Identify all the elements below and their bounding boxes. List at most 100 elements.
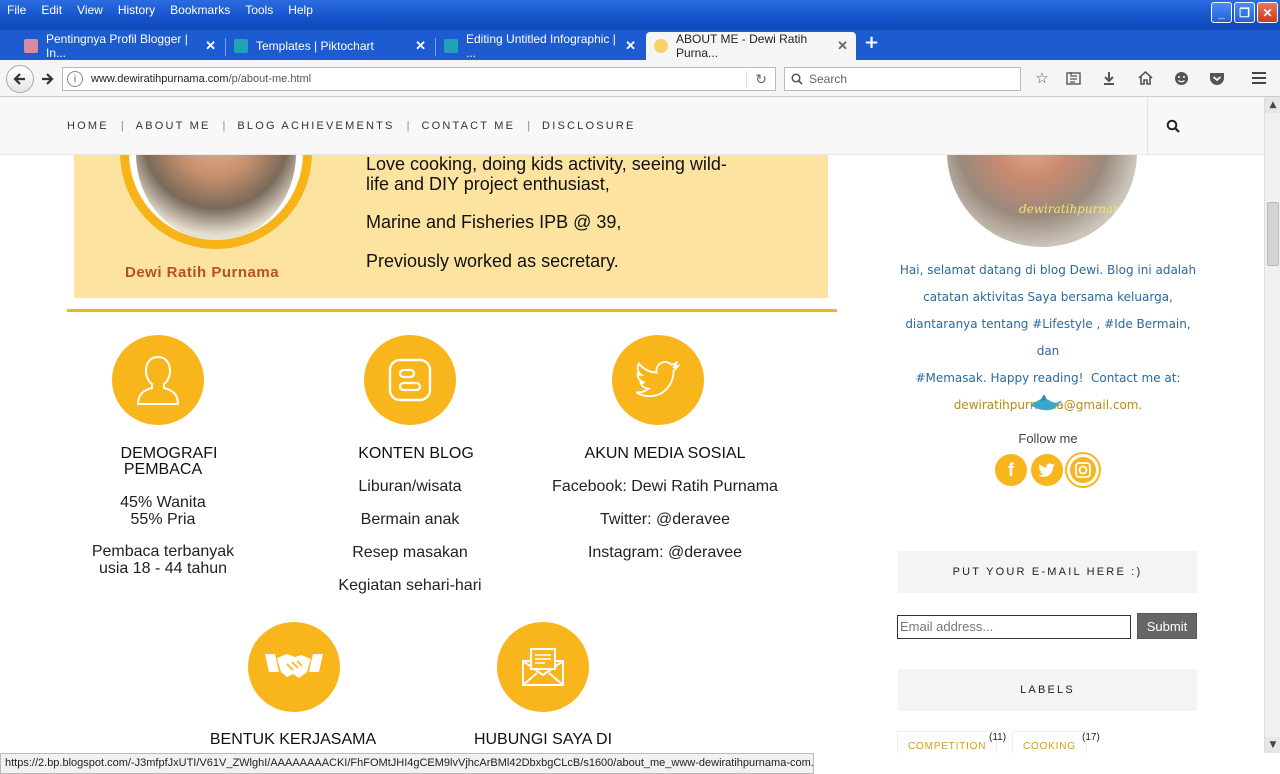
gold-divider (67, 309, 837, 312)
tab-close-icon[interactable]: ✕ (205, 38, 216, 54)
menu-file[interactable]: File (0, 0, 34, 22)
photo-watermark: dewiratihpurnama (1019, 202, 1132, 216)
tab-close-icon[interactable]: ✕ (837, 38, 848, 54)
forward-button[interactable] (36, 68, 58, 90)
tab-pentingnya[interactable]: Pentingnya Profil Blogger | In... ✕ (16, 32, 224, 60)
piktochart-favicon-icon (234, 39, 248, 53)
search-icon (791, 73, 803, 85)
handshake-icon (248, 622, 340, 712)
site-search-icon (1166, 119, 1180, 133)
nav-separator: | (120, 120, 124, 132)
site-search-button[interactable] (1147, 97, 1264, 155)
reading-list-icon[interactable] (1064, 69, 1082, 87)
tab-title: Editing Untitled Infographic | ... (466, 32, 616, 60)
konten-item: Liburan/wisata (358, 478, 462, 495)
nav-about-me[interactable]: ABOUT ME (136, 120, 211, 132)
tab-title: Templates | Piktochart (256, 39, 374, 53)
tab-title: Pentingnya Profil Blogger | In... (46, 32, 188, 60)
scroll-down-icon[interactable]: ▼ (1265, 737, 1280, 753)
intro-line: diantaranya tentang #Lifestyle , #Ide Be… (905, 317, 1191, 358)
minimize-button[interactable]: _ (1211, 2, 1232, 23)
demografi-men: 55% Pria (130, 511, 196, 528)
intro-line: Hai, selamat datang di blog Dewi. Blog i… (899, 263, 1197, 277)
subscribe-widget-title: PUT YOUR E-MAIL HERE :) (898, 551, 1197, 593)
bookmark-star-icon[interactable]: ☆ (1033, 69, 1051, 87)
reload-icon[interactable]: ↻ (746, 70, 767, 88)
facebook-icon[interactable]: f (995, 454, 1027, 486)
scroll-up-icon[interactable]: ▲ (1265, 97, 1280, 113)
sosial-item: Instagram: @deravee (587, 544, 743, 561)
menu-edit[interactable]: Edit (34, 0, 70, 22)
nav-separator: | (222, 120, 226, 132)
pocket-icon[interactable] (1208, 69, 1226, 87)
twitter-bird-icon (612, 335, 704, 425)
konten-item: Kegiatan sehari-hari (338, 577, 482, 594)
tab-about-me[interactable]: ABOUT ME - Dewi Ratih Purna... ✕ (646, 32, 856, 60)
address-bar[interactable]: i www.dewiratihpurnama.com /p/about-me.h… (62, 67, 776, 91)
banner-line-work: Previously worked as secretary. (366, 251, 619, 271)
menu-history[interactable]: History (111, 0, 163, 22)
tab-title: ABOUT ME - Dewi Ratih Purna... (676, 32, 808, 60)
konten-title: KONTEN BLOG (358, 445, 474, 462)
window-controls: _ ❐ ✕ (1211, 2, 1278, 23)
search-input[interactable]: Search (784, 67, 1021, 91)
nav-separator: | (527, 120, 531, 132)
hamburger-menu-icon[interactable] (1250, 69, 1268, 87)
follow-me-label: Follow me (1018, 431, 1078, 446)
sosial-item: Twitter: @deravee (599, 511, 731, 528)
back-arrow-icon (13, 73, 25, 85)
email-envelope-icon (497, 622, 589, 712)
profile-favicon-icon (24, 39, 38, 53)
demografi-age-2: usia 18 - 44 tahun (98, 560, 228, 577)
label-count: (17) (1082, 732, 1100, 743)
blogger-icon (364, 335, 456, 425)
blue-bird-icon (1030, 394, 1062, 411)
piktochart-favicon-icon (444, 39, 458, 53)
maximize-button[interactable]: ❐ (1234, 2, 1255, 23)
hello-chat-icon[interactable] (1172, 69, 1190, 87)
reader-demographic-icon (112, 335, 204, 425)
menu-help[interactable]: Help (281, 0, 321, 22)
menu-view[interactable]: View (70, 0, 111, 22)
banner-line-education: Marine and Fisheries IPB @ 39, (366, 212, 622, 232)
tab-editing[interactable]: Editing Untitled Infographic | ... ✕ (436, 32, 644, 60)
sosial-title: AKUN MEDIA SOSIAL (584, 445, 746, 462)
labels-widget-title: LABELS (898, 669, 1197, 711)
email-subscribe-input[interactable]: Email address... (897, 615, 1131, 639)
label-chip-competition[interactable]: COMPETITION (897, 731, 998, 753)
web-page: Dewi Ratih Purnama Love cooking, doing k… (0, 97, 1264, 753)
menu-bookmarks[interactable]: Bookmarks (163, 0, 238, 22)
demografi-title-2: PEMBACA (123, 461, 203, 478)
submit-button[interactable]: Submit (1137, 613, 1197, 639)
instagram-icon[interactable] (1065, 452, 1101, 488)
home-icon[interactable] (1136, 69, 1154, 87)
info-icon[interactable]: i (67, 71, 83, 87)
demografi-women: 45% Wanita (120, 494, 206, 511)
back-button[interactable] (6, 65, 34, 93)
intro-line: #Memasak. Happy reading! Contact me at: (898, 365, 1198, 392)
tab-templates[interactable]: Templates | Piktochart ✕ (226, 32, 434, 60)
konten-item: Bermain anak (360, 511, 460, 528)
nav-contact-me[interactable]: CONTACT ME (421, 120, 515, 132)
label-chip-cooking[interactable]: COOKING (1012, 731, 1087, 753)
page-scrollbar[interactable]: ▲ ▼ (1264, 97, 1280, 753)
blog-favicon-icon (654, 39, 668, 53)
nav-disclosure[interactable]: DISCLOSURE (542, 120, 636, 132)
contact-me-label: Contact me at: (1091, 371, 1181, 385)
intro-happy-reading: #Memasak. Happy reading! (915, 371, 1084, 385)
close-window-button[interactable]: ✕ (1257, 2, 1278, 23)
tab-close-icon[interactable]: ✕ (415, 38, 426, 54)
nav-blog-achievements[interactable]: BLOG ACHIEVEMENTS (237, 120, 394, 132)
downloads-icon[interactable] (1100, 69, 1118, 87)
tab-close-icon[interactable]: ✕ (625, 38, 636, 54)
url-domain: www.dewiratihpurnama.com (91, 73, 229, 85)
twitter-icon[interactable] (1031, 454, 1063, 486)
nav-home[interactable]: HOME (67, 120, 109, 132)
new-tab-button[interactable]: + (864, 32, 879, 53)
menu-tools[interactable]: Tools (238, 0, 281, 22)
menu-bar: File Edit View History Bookmarks Tools H… (0, 0, 321, 22)
status-bar-url: https://2.bp.blogspot.com/-J3mfpfJxUTI/V… (0, 753, 814, 774)
scroll-thumb[interactable] (1267, 202, 1279, 266)
label-count: (11) (989, 732, 1007, 743)
demografi-title-1: DEMOGRAFI (120, 445, 218, 462)
